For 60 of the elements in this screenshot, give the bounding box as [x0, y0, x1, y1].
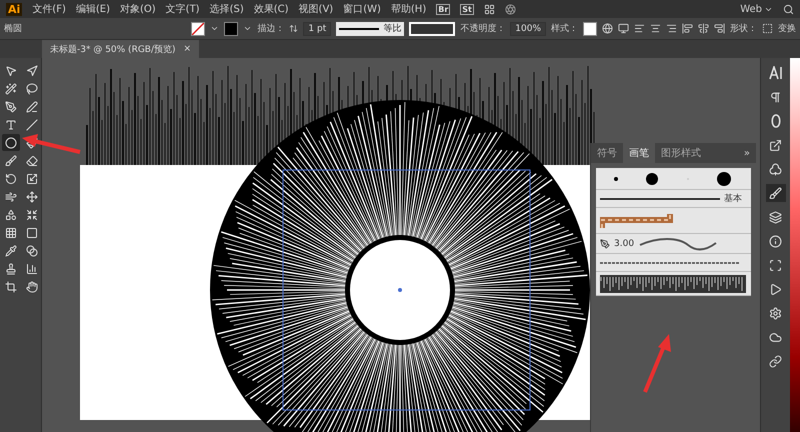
shape-icon[interactable]: [762, 23, 773, 34]
align-left-icon[interactable]: [634, 23, 645, 34]
stepper-icon[interactable]: [289, 24, 298, 33]
close-button[interactable]: ×: [184, 44, 192, 54]
workspace-switcher[interactable]: Web: [740, 4, 773, 14]
panel-menu-button[interactable]: »: [744, 148, 756, 158]
bristle-brush-stroke[interactable]: [600, 274, 746, 292]
annotation-arrow: [22, 134, 80, 154]
wavy-stroke-icon[interactable]: [638, 236, 718, 250]
document-tab[interactable]: 未标题-3* @ 50% (RGB/预览) ×: [42, 40, 200, 58]
opacity-field[interactable]: 100%: [510, 22, 546, 36]
menu-item[interactable]: 对象(O): [120, 2, 156, 16]
menu-item[interactable]: 文字(T): [166, 2, 200, 16]
panel-tab[interactable]: 符号: [591, 143, 623, 163]
fill-swatch[interactable]: [191, 22, 206, 36]
brush-size-label: 3.00: [614, 238, 634, 248]
stroke-profile-dropdown[interactable]: 等比: [336, 22, 404, 36]
bridge-button[interactable]: Br: [436, 4, 450, 14]
pen-nib-icon: [600, 238, 610, 248]
recolor-icon[interactable]: [602, 23, 613, 34]
style-label: 样式：: [551, 22, 578, 35]
brush-definition-dropdown[interactable]: [409, 22, 456, 36]
menu-item[interactable]: 窗口(W): [343, 2, 381, 16]
caret-icon[interactable]: [243, 24, 252, 33]
menu-item[interactable]: 文件(F): [32, 2, 66, 16]
arrange-documents-icon[interactable]: [484, 4, 495, 14]
basic-brush-label: 基本: [724, 192, 742, 205]
caret-icon[interactable]: [210, 24, 220, 33]
align-right-icon[interactable]: [666, 23, 677, 34]
panel-tab[interactable]: 图形样式: [655, 143, 707, 163]
basic-brush-stroke[interactable]: [600, 196, 720, 200]
app-logo: Ai: [6, 2, 22, 16]
stroke-swatch[interactable]: [224, 22, 238, 36]
menu-item[interactable]: 帮助(H): [390, 2, 426, 16]
opacity-label: 不透明度：: [460, 22, 506, 35]
menu-item[interactable]: 视图(V): [298, 2, 334, 16]
transform-link[interactable]: 变换: [778, 22, 796, 35]
document-title: 未标题-3* @ 50% (RGB/预览): [50, 44, 176, 56]
stroke-weight-field[interactable]: 1 pt: [303, 22, 332, 36]
align-center-icon[interactable]: [650, 23, 661, 34]
align-top-icon[interactable]: [682, 23, 693, 34]
brush-icon[interactable]: [766, 184, 786, 202]
panel-tab[interactable]: 画笔: [623, 143, 655, 163]
annotation-arrow: [643, 334, 671, 393]
style-swatch[interactable]: [583, 22, 597, 36]
search-icon[interactable]: [783, 4, 794, 14]
align-middle-icon[interactable]: [698, 23, 709, 34]
bounding-box[interactable]: [282, 170, 530, 410]
shape-label: 形状：: [730, 22, 757, 35]
align-to-icon[interactable]: [618, 23, 629, 34]
stroke-label: 描边：: [257, 22, 284, 35]
menu-item[interactable]: 选择(S): [210, 2, 244, 16]
tool-name: 椭圆: [4, 22, 22, 35]
charcoal-brush-stroke[interactable]: [600, 260, 740, 264]
stock-button[interactable]: St: [460, 4, 474, 14]
menu-item[interactable]: 效果(C): [254, 2, 289, 16]
align-bottom-icon[interactable]: [714, 23, 725, 34]
stroke-line-icon: [339, 26, 380, 30]
sync-icon[interactable]: [504, 4, 516, 14]
menu-item[interactable]: 编辑(E): [76, 2, 110, 16]
